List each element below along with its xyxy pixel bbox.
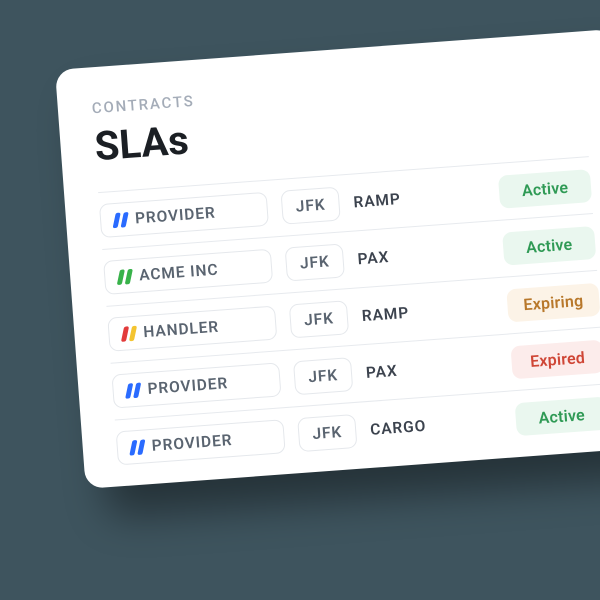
status-badge: Active — [515, 396, 600, 436]
status-badge: Expiring — [506, 282, 600, 322]
company-name: PROVIDER — [134, 204, 216, 228]
company-name: ACME INC — [139, 261, 219, 285]
status-badge: Expired — [510, 339, 600, 379]
company-pill[interactable]: PROVIDER — [111, 362, 281, 408]
company-bars-icon — [125, 382, 141, 398]
airport-code-pill[interactable]: JFK — [280, 187, 340, 225]
company-name: HANDLER — [143, 318, 220, 342]
company-name: PROVIDER — [151, 431, 233, 455]
sla-list: PROVIDER JFK RAMP Active ACME INC JFK PAX Activ… — [98, 156, 600, 476]
airport-code-pill[interactable]: JFK — [293, 357, 353, 395]
contract-type: RAMP — [353, 184, 486, 212]
airport-code-pill[interactable]: JFK — [285, 243, 345, 281]
company-pill[interactable]: PROVIDER — [99, 192, 269, 238]
airport-code-pill[interactable]: JFK — [289, 300, 349, 338]
company-pill[interactable]: ACME INC — [103, 249, 273, 295]
company-pill[interactable]: PROVIDER — [116, 419, 286, 465]
contract-type: PAX — [357, 241, 490, 269]
company-bars-icon — [129, 439, 145, 455]
status-badge: Active — [502, 225, 596, 265]
company-bars-icon — [121, 325, 137, 341]
company-name: PROVIDER — [147, 374, 229, 398]
contract-type: PAX — [365, 354, 498, 382]
airport-code-pill[interactable]: JFK — [297, 414, 357, 452]
sla-card: CONTRACTS SLAs PROVIDERJFKRAMPActiveACME… — [55, 29, 600, 489]
contract-type: CARGO — [370, 411, 503, 439]
company-bars-icon — [117, 268, 133, 284]
contract-type: RAMP — [361, 298, 494, 326]
company-bars-icon — [113, 211, 129, 227]
company-pill[interactable]: HANDLER — [107, 306, 277, 352]
status-badge: Active — [498, 169, 592, 209]
